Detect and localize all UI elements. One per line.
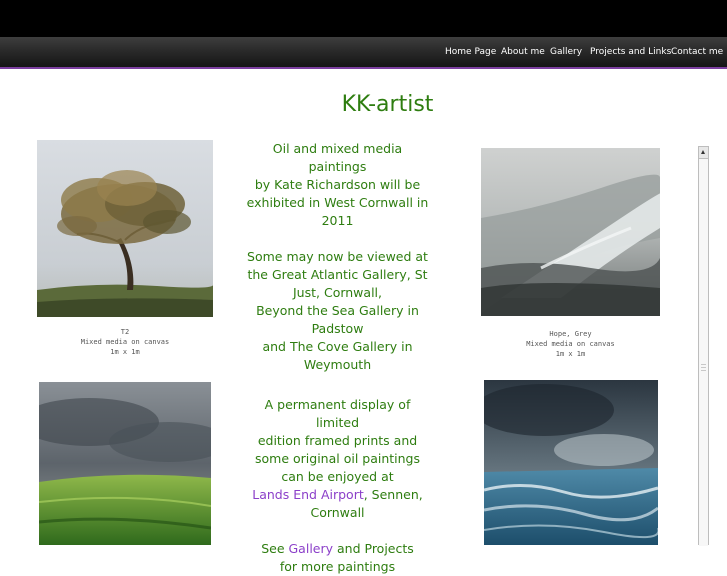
prints-line: A permanent display of limited xyxy=(264,397,411,430)
painting-title: Hope, Grey xyxy=(549,330,592,338)
viewing-line: Some may now be viewed at xyxy=(247,249,428,264)
scroll-thumb[interactable] xyxy=(699,159,708,546)
prints-line: edition framed prints and xyxy=(257,433,418,448)
prints-line: Cornwall xyxy=(310,505,365,520)
painting-caption-1: T2 Mixed media on canvas 1m x 1m xyxy=(37,327,213,357)
prints-line: can be enjoyed at xyxy=(281,469,394,484)
see-more-line: See Gallery and Projects xyxy=(245,540,430,558)
intro-line: 2011 xyxy=(321,213,354,228)
prints-text-block: A permanent display of limited edition f… xyxy=(245,396,430,576)
see-more-line: for more paintings xyxy=(279,559,396,574)
nav-contact-me[interactable]: Contact me xyxy=(671,47,723,58)
viewing-line: Padstow xyxy=(311,321,364,336)
grip-line xyxy=(701,370,706,371)
painting-hope-grey-image[interactable] xyxy=(481,148,660,316)
vertical-scrollbar[interactable] xyxy=(698,146,709,546)
prints-line-suffix: , Sennen, xyxy=(363,487,423,502)
painting-tree-image[interactable] xyxy=(37,140,213,317)
scroll-up-arrow-icon[interactable] xyxy=(699,147,708,159)
painting-medium: Mixed media on canvas xyxy=(80,338,170,346)
prints-line: some original oil paintings xyxy=(255,451,420,466)
intro-line: Oil and mixed media paintings xyxy=(272,141,403,174)
nav-home-page[interactable]: Home Page xyxy=(445,47,496,58)
viewing-line: Beyond the Sea Gallery in xyxy=(256,303,419,318)
prints-line: Lands End Airport, Sennen, xyxy=(245,486,430,504)
gallery-link[interactable]: Gallery xyxy=(289,541,334,556)
painting-title: T2 xyxy=(120,328,130,336)
painting-caption-2: Hope, Grey Mixed media on canvas 1m x 1m xyxy=(481,329,660,359)
main-navigation: Home Page About me Gallery Projects and … xyxy=(0,37,727,69)
painting-green-field-image[interactable] xyxy=(39,382,211,545)
see-more-suffix: and Projects xyxy=(333,541,414,556)
viewing-line: Weymouth xyxy=(303,357,372,372)
painting-size: 1m x 1m xyxy=(555,350,586,358)
see-more-prefix: See xyxy=(261,541,289,556)
nav-gallery[interactable]: Gallery xyxy=(550,47,582,58)
intro-line: by Kate Richardson will be xyxy=(254,177,421,192)
nav-projects-and-links[interactable]: Projects and Links xyxy=(590,47,671,58)
grip-line xyxy=(701,364,706,365)
intro-line: exhibited in West Cornwall in xyxy=(246,195,429,210)
intro-text-block: Oil and mixed media paintings by Kate Ri… xyxy=(245,140,430,374)
grip-line xyxy=(701,367,706,368)
lands-end-airport-link[interactable]: Lands End Airport xyxy=(252,487,363,502)
top-black-banner xyxy=(0,0,727,37)
painting-size: 1m x 1m xyxy=(110,348,140,356)
viewing-line: Just, Cornwall, xyxy=(293,285,382,300)
painting-medium: Mixed media on canvas xyxy=(526,340,615,348)
site-title: KK-artist xyxy=(341,92,434,117)
viewing-line: the Great Atlantic Gallery, St xyxy=(247,267,428,282)
viewing-line: and The Cove Gallery in xyxy=(262,339,413,354)
painting-stormy-sea-image[interactable] xyxy=(484,380,658,545)
nav-about-me[interactable]: About me xyxy=(501,47,545,58)
